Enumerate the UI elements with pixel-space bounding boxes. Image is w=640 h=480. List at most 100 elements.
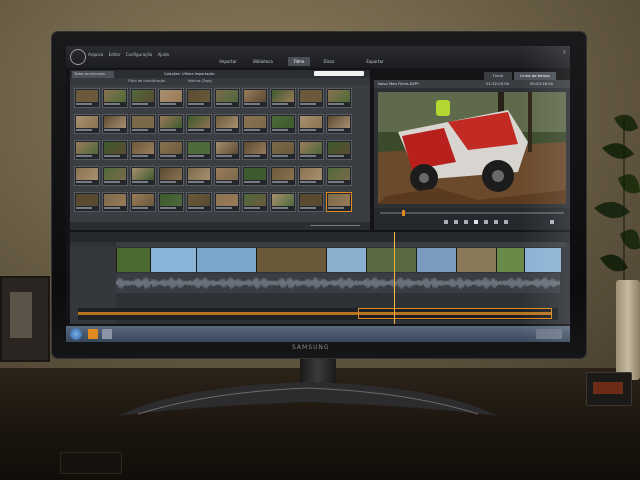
clip-thumbnail[interactable] <box>130 88 156 108</box>
system-tray <box>536 329 562 339</box>
clip-thumbnail[interactable] <box>298 140 324 160</box>
library-tab-all-assets[interactable]: Todos os recursos <box>72 71 114 78</box>
clip-thumbnail[interactable] <box>102 192 128 212</box>
clip-thumbnail[interactable] <box>326 114 352 134</box>
clip-thumbnail[interactable] <box>242 166 268 186</box>
tab-disc[interactable]: Disco <box>318 57 340 66</box>
menu-settings[interactable]: Configuração <box>126 52 153 57</box>
scrubber-handle[interactable] <box>402 210 405 216</box>
overview-viewport[interactable] <box>358 308 552 319</box>
fast-forward-icon[interactable] <box>494 220 498 224</box>
clip-thumbnail[interactable] <box>186 114 212 134</box>
clip-thumbnail[interactable] <box>270 166 296 186</box>
timeline-clip[interactable] <box>456 248 497 272</box>
clip-thumbnail[interactable] <box>130 114 156 134</box>
to-start-icon[interactable] <box>444 220 448 224</box>
clip-thumbnail[interactable] <box>130 192 156 212</box>
audio-track[interactable] <box>116 273 560 293</box>
clip-thumbnail[interactable] <box>130 166 156 186</box>
clip-thumbnail[interactable] <box>298 114 324 134</box>
taskbar-app-icon[interactable] <box>88 329 98 339</box>
scrubber-track[interactable] <box>380 212 564 214</box>
clip-thumbnail[interactable] <box>270 192 296 212</box>
timeline-clip[interactable] <box>116 248 151 272</box>
clip-thumbnail[interactable] <box>270 140 296 160</box>
clip-thumbnail[interactable] <box>214 140 240 160</box>
clip-thumbnail[interactable] <box>214 88 240 108</box>
start-button-icon[interactable] <box>70 328 82 340</box>
clip-thumbnail[interactable] <box>186 140 212 160</box>
timeline-clip[interactable] <box>416 248 457 272</box>
rewind-icon[interactable] <box>454 220 458 224</box>
clip-thumbnail[interactable] <box>74 88 100 108</box>
to-end-icon[interactable] <box>504 220 508 224</box>
timeline-playhead[interactable] <box>394 232 395 324</box>
clip-thumbnail[interactable] <box>102 114 128 134</box>
clip-thumbnail[interactable] <box>74 192 100 212</box>
clip-thumbnail[interactable] <box>74 114 100 134</box>
timeline-clip[interactable] <box>196 248 257 272</box>
clip-thumbnail[interactable] <box>130 140 156 160</box>
taskbar-folder-icon[interactable] <box>102 329 112 339</box>
clip-thumbnail[interactable] <box>186 88 212 108</box>
timeline-clip[interactable] <box>326 248 367 272</box>
clip-thumbnail[interactable] <box>326 166 352 186</box>
timeline-clip[interactable] <box>256 248 327 272</box>
clip-thumbnail[interactable] <box>298 192 324 212</box>
window-close-icon[interactable]: X <box>563 50 566 56</box>
thumbnail-size-slider[interactable] <box>310 225 360 226</box>
clip-thumbnail[interactable] <box>214 114 240 134</box>
viewer-tab-source[interactable]: Fonte <box>484 72 512 80</box>
clip-thumbnail[interactable] <box>102 88 128 108</box>
tab-movie[interactable]: Filme <box>288 57 310 66</box>
collection-label[interactable]: Coleções: Última Importação <box>164 71 215 78</box>
library-tabs: Todos os recursos Coleções: Última Impor… <box>70 70 370 78</box>
viewer-tab-timeline[interactable]: Linha do tempo <box>514 72 556 80</box>
timeline-overview[interactable] <box>78 308 558 320</box>
clip-thumbnail[interactable] <box>158 192 184 212</box>
clip-thumbnail[interactable] <box>326 88 352 108</box>
menu-help[interactable]: Ajuda <box>158 52 169 57</box>
clip-thumbnail[interactable] <box>242 114 268 134</box>
clip-thumbnail[interactable] <box>214 166 240 186</box>
clip-thumbnail[interactable] <box>298 166 324 186</box>
clip-thumbnail[interactable] <box>158 140 184 160</box>
video-track[interactable] <box>116 248 561 272</box>
clip-thumbnail[interactable] <box>270 114 296 134</box>
clip-thumbnail[interactable] <box>242 88 268 108</box>
clip-thumbnail[interactable] <box>74 140 100 160</box>
menu-file[interactable]: Arquivo <box>88 52 103 57</box>
tab-library[interactable]: Biblioteca <box>248 57 278 66</box>
fullscreen-icon[interactable] <box>550 220 554 224</box>
step-back-icon[interactable] <box>464 220 468 224</box>
clip-thumbnail[interactable] <box>186 192 212 212</box>
clip-thumbnail[interactable] <box>102 140 128 160</box>
timeline-clip[interactable] <box>150 248 197 272</box>
clip-thumbnail[interactable] <box>158 88 184 108</box>
clip-thumbnail[interactable] <box>242 192 268 212</box>
clip-thumbnail[interactable] <box>158 166 184 186</box>
timeline-clip[interactable] <box>496 248 525 272</box>
tab-import[interactable]: Importar <box>214 57 242 66</box>
clip-thumbnail[interactable] <box>214 192 240 212</box>
clip-thumbnail[interactable] <box>326 192 352 212</box>
rating-filter-label[interactable]: Filtro de classificação <box>128 79 165 83</box>
tab-export[interactable]: Exportar <box>360 57 390 66</box>
clip-thumbnail[interactable] <box>74 166 100 186</box>
clip-thumbnail[interactable] <box>158 114 184 134</box>
clip-thumbnail[interactable] <box>242 140 268 160</box>
clip-thumbnail[interactable] <box>326 140 352 160</box>
timeline-clip[interactable] <box>366 248 417 272</box>
menu-bar: Arquivo Editar Configuração Ajuda <box>88 52 173 57</box>
clip-thumbnail[interactable] <box>102 166 128 186</box>
clip-thumbnail[interactable] <box>270 88 296 108</box>
clip-thumbnail[interactable] <box>186 166 212 186</box>
library-search-input[interactable] <box>314 71 364 76</box>
play-icon[interactable] <box>474 220 478 224</box>
timeline-clip[interactable] <box>524 248 561 272</box>
timeline-ruler[interactable] <box>116 242 566 247</box>
menu-edit[interactable]: Editar <box>109 52 121 57</box>
clip-thumbnail[interactable] <box>298 88 324 108</box>
tags-filter-label[interactable]: Marcas (Tags) <box>188 79 212 83</box>
step-forward-icon[interactable] <box>484 220 488 224</box>
